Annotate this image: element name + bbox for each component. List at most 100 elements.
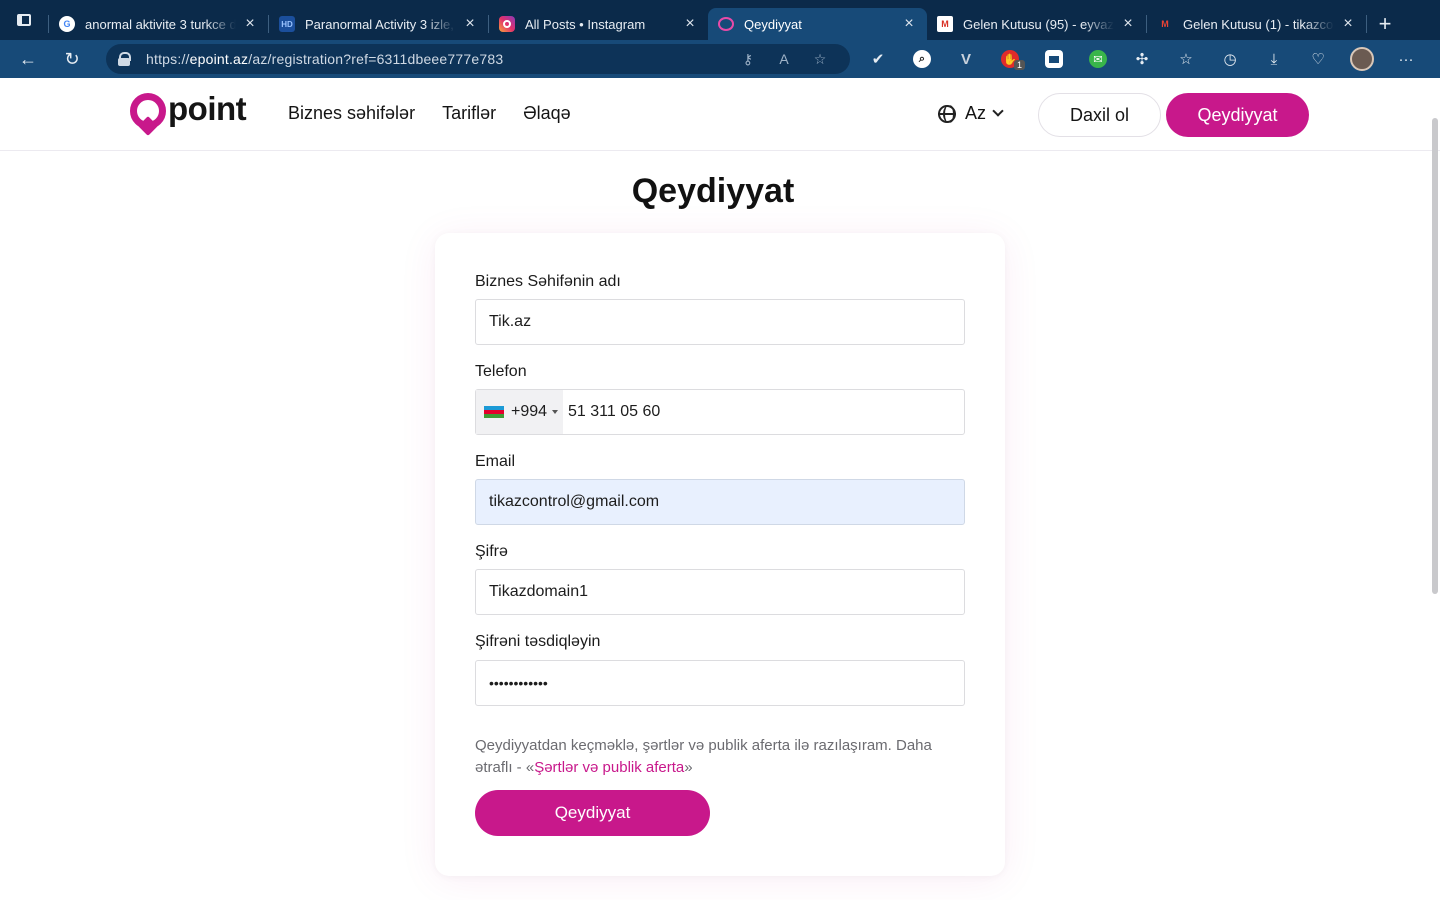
azerbaijan-flag-icon	[484, 406, 504, 418]
registration-form: Biznes Səhifənin adı Tik.az Telefon +994…	[435, 233, 1005, 876]
close-tab-icon[interactable]: ×	[682, 16, 698, 32]
extension-check[interactable]: ✔	[856, 40, 900, 78]
browser-tab-bar: G anormal aktivite 3 turkce du × HD Para…	[0, 0, 1440, 40]
downloads-button[interactable]: ⤓	[1252, 40, 1296, 78]
gmail-icon: M	[1161, 19, 1169, 29]
browser-tab-active[interactable]: Qeydiyyat ×	[708, 8, 927, 40]
chevron-down-icon	[992, 105, 1004, 117]
plus-icon: +	[1378, 11, 1392, 36]
extension-vuejs[interactable]: V	[944, 40, 988, 78]
history-icon: ◷	[1223, 51, 1237, 68]
refresh-icon: ↻	[64, 48, 80, 69]
extension-search[interactable]: ⌕	[900, 40, 944, 78]
menu-item-business-pages[interactable]: Biznes səhifələr	[288, 103, 415, 124]
puzzle-icon: ✣	[1135, 51, 1149, 68]
instagram-icon	[499, 16, 515, 32]
v-logo-icon: V	[960, 50, 971, 68]
browser-tab[interactable]: HD Paranormal Activity 3 izle, 7 ×	[269, 8, 488, 40]
profile-button[interactable]	[1340, 40, 1384, 78]
email-label: Email	[475, 453, 516, 470]
lock-icon	[118, 52, 131, 66]
tab-label: Gelen Kutusu (1) - tikazcon	[1183, 16, 1334, 32]
tab-label: All Posts • Instagram	[525, 16, 646, 32]
site-header: point Biznes səhifələr Tariflər Əlaqə Az…	[0, 79, 1440, 151]
menu-item-contact[interactable]: Əlaqə	[523, 103, 571, 124]
main-menu: Biznes səhifələr Tariflər Əlaqə	[288, 103, 571, 124]
browser-tab[interactable]: G anormal aktivite 3 turkce du ×	[49, 8, 268, 40]
hd-icon: HD	[279, 16, 295, 32]
page-title: Qeydiyyat	[631, 172, 795, 210]
extension-mail[interactable]: ✉	[1076, 40, 1120, 78]
browser-toolbar: ← ↻ https://epoint.az/az/registration?re…	[0, 40, 1440, 78]
register-header-button[interactable]: Qeydiyyat	[1166, 93, 1309, 137]
url-prefix: https://	[146, 51, 190, 67]
url-domain: epoint.az	[189, 51, 249, 67]
address-url[interactable]: https://epoint.az/az/registration?ref=63…	[146, 51, 730, 67]
country-code: +994	[511, 403, 548, 420]
mail-check-icon: ✉	[1089, 50, 1107, 68]
settings-more-button[interactable]: ···	[1384, 40, 1428, 78]
browser-essentials-button[interactable]: ♡	[1296, 40, 1340, 78]
terms-link[interactable]: Şərtlər və publik aferta	[534, 759, 684, 776]
avatar	[1350, 47, 1374, 71]
phone-field: +994 51 311 05 60	[475, 389, 965, 435]
extension-adblock[interactable]: ✋ 1	[988, 40, 1032, 78]
close-tab-icon[interactable]: ×	[901, 16, 917, 32]
download-icon: ⤓	[1270, 50, 1278, 68]
password-input[interactable]: Tikazdomain1	[475, 569, 965, 615]
password-confirm-input[interactable]: ••••••••••••	[475, 660, 965, 706]
extensions-button[interactable]: ✣	[1120, 40, 1164, 78]
url-path: /az/registration?ref=6311dbeee777e783	[248, 51, 504, 67]
browser-tab[interactable]: All Posts • Instagram ×	[489, 8, 708, 40]
google-icon: G	[59, 16, 75, 32]
extension-pip[interactable]	[1032, 40, 1076, 78]
favorites-button[interactable]: ☆	[1164, 40, 1208, 78]
email-input[interactable]: tikazcontrol@gmail.com	[475, 479, 965, 525]
tab-label: Paranormal Activity 3 izle, 7	[305, 16, 456, 32]
tab-label: Gelen Kutusu (95) - eyvaz	[963, 16, 1114, 32]
arrow-left-icon: ←	[19, 48, 37, 69]
refresh-button[interactable]: ↻	[50, 40, 94, 78]
browser-tab[interactable]: M Gelen Kutusu (95) - eyvaz ×	[927, 8, 1146, 40]
key-icon[interactable]: ⚷	[730, 51, 766, 68]
epoint-logo[interactable]: point	[130, 90, 247, 137]
favorites-icon: ☆	[1179, 51, 1193, 68]
password-confirm-label: Şifrəni təsdiqləyin	[475, 633, 601, 650]
language-selector[interactable]: Az	[938, 103, 1004, 124]
country-code-select[interactable]: +994	[476, 390, 563, 434]
browser-tab[interactable]: M Gelen Kutusu (1) - tikazcon ×	[1147, 8, 1366, 40]
magnifier-icon: ⌕	[913, 50, 931, 68]
logo-text: point	[168, 90, 247, 127]
phone-label: Telefon	[475, 363, 527, 380]
page-scrollbar[interactable]	[1432, 118, 1438, 594]
business-name-input[interactable]: Tik.az	[475, 299, 965, 345]
history-button[interactable]: ◷	[1208, 40, 1252, 78]
favorite-add-icon[interactable]: ☆	[802, 51, 838, 68]
phone-input[interactable]: 51 311 05 60	[568, 390, 660, 434]
business-name-label: Biznes Səhifənin adı	[475, 273, 621, 290]
password-label: Şifrə	[475, 543, 508, 560]
tab-actions-button[interactable]	[0, 0, 48, 40]
close-tab-icon[interactable]: ×	[1120, 16, 1136, 32]
gmail-icon: M	[937, 16, 953, 32]
epoint-icon	[718, 17, 734, 31]
close-tab-icon[interactable]: ×	[242, 16, 258, 32]
read-aloud-icon[interactable]: A	[766, 51, 802, 67]
menu-item-tariffs[interactable]: Tariflər	[442, 103, 496, 124]
back-button[interactable]: ←	[6, 40, 50, 78]
new-tab-button[interactable]: +	[1367, 8, 1403, 40]
register-submit-button[interactable]: Qeydiyyat	[475, 790, 710, 836]
globe-icon	[938, 104, 956, 123]
address-bar[interactable]: https://epoint.az/az/registration?ref=63…	[106, 44, 850, 74]
tab-label: Qeydiyyat	[744, 16, 802, 32]
extension-badge: 1	[1014, 60, 1026, 70]
heart-shield-icon: ♡	[1311, 51, 1325, 68]
close-tab-icon[interactable]: ×	[462, 16, 478, 32]
login-button[interactable]: Daxil ol	[1038, 93, 1161, 137]
language-label: Az	[965, 103, 987, 123]
terms-close: »	[684, 759, 693, 776]
caret-down-icon	[552, 410, 559, 414]
close-tab-icon[interactable]: ×	[1340, 16, 1356, 32]
tab-actions-icon	[17, 14, 31, 26]
picture-in-picture-icon	[1045, 50, 1063, 68]
